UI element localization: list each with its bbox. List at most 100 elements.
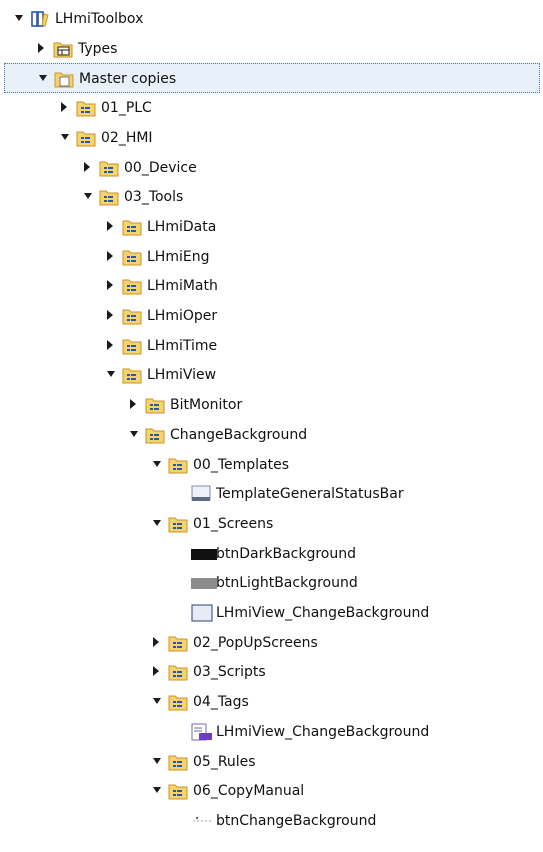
tree-item[interactable]: Types <box>0 34 543 64</box>
collapse-arrow-icon[interactable] <box>153 698 161 705</box>
tree-item[interactable]: LHmiMath <box>0 271 543 301</box>
expand-arrow-icon[interactable] <box>107 280 113 291</box>
tree-item[interactable]: btnDarkBackground <box>0 539 543 569</box>
tag-table-icon <box>191 723 212 741</box>
tree-item[interactable]: LHmiView <box>0 360 543 390</box>
screen-icon <box>191 604 213 622</box>
folder-icon <box>122 307 142 325</box>
tree-item-label: 01_Screens <box>193 515 274 532</box>
expand-arrow-icon[interactable] <box>153 636 159 647</box>
tree-item-label: TemplateGeneralStatusBar <box>216 486 404 503</box>
expand-arrow-icon[interactable] <box>38 42 44 53</box>
tree-item[interactable]: LHmiTime <box>0 331 543 361</box>
tree-item-label: 05_Rules <box>193 753 256 770</box>
tree-item-label: ChangeBackground <box>170 426 308 443</box>
project-library-tree: LHmiToolbox Types Master copies 01_PLC 0… <box>0 0 543 852</box>
tree-item-label: 03_Tools <box>124 189 184 206</box>
expand-arrow-icon[interactable] <box>107 310 113 320</box>
folder-icon <box>76 129 96 147</box>
collapse-arrow-icon[interactable] <box>153 757 161 764</box>
folder-icon <box>122 337 142 355</box>
collapse-arrow-icon[interactable] <box>153 787 161 794</box>
tree-item-label: btnLightBackground <box>216 575 358 592</box>
tree-item[interactable]: TemplateGeneralStatusBar <box>0 479 543 509</box>
template-screen-icon <box>191 485 211 503</box>
button-object-icon <box>191 812 211 830</box>
tree-item[interactable]: LHmiToolbox <box>0 4 543 34</box>
tree-item[interactable]: LHmiView_ChangeBackground <box>0 598 543 628</box>
tree-item[interactable]: 03_Tools <box>0 182 543 212</box>
tree-item-label: Master copies <box>79 71 177 88</box>
folder-icon <box>99 159 119 177</box>
tree-item[interactable]: LHmiData <box>0 212 543 242</box>
tree-item[interactable]: Master copies <box>4 63 540 94</box>
folder-icon <box>168 753 188 771</box>
tree-item-label: 04_Tags <box>193 694 249 711</box>
tree-item-label: BitMonitor <box>170 397 243 414</box>
tree-item-label: LHmiTime <box>147 337 218 354</box>
tree-item-label: LHmiMath <box>147 278 218 295</box>
tree-item[interactable]: 01_Screens <box>0 509 543 539</box>
tree-item[interactable]: 03_Scripts <box>0 657 543 687</box>
tree-item[interactable]: LHmiOper <box>0 301 543 331</box>
tree-item-label: 02_HMI <box>101 129 153 146</box>
tree-item-label: 03_Scripts <box>193 664 266 681</box>
types-folder-icon <box>53 40 73 58</box>
folder-icon <box>168 456 188 474</box>
tree-item[interactable]: 04_Tags <box>0 687 543 717</box>
expand-arrow-icon[interactable] <box>107 220 113 231</box>
tree-item[interactable]: LHmiView_ChangeBackground <box>0 717 543 747</box>
expand-arrow-icon[interactable] <box>153 666 159 677</box>
master-copies-folder-icon <box>54 70 74 88</box>
tree-item-label: LHmiOper <box>147 308 218 324</box>
collapse-arrow-icon[interactable] <box>84 193 92 200</box>
folder-icon <box>122 366 142 384</box>
tree-item-label: 00_Templates <box>193 456 289 473</box>
tree-item[interactable]: LHmiEng <box>0 242 543 272</box>
folder-icon <box>99 188 119 206</box>
collapse-arrow-icon[interactable] <box>61 133 69 140</box>
collapse-arrow-icon[interactable] <box>130 430 138 437</box>
tree-item[interactable]: 06_CopyManual <box>0 776 543 806</box>
tree-item-label: LHmiView <box>147 367 217 384</box>
folder-icon <box>168 782 188 800</box>
collapse-arrow-icon[interactable] <box>153 460 161 467</box>
tree-item-label: btnDarkBackground <box>216 545 356 562</box>
tree-item-label: 06_CopyManual <box>193 783 305 800</box>
tree-item-label: 02_PopUpScreens <box>193 634 318 651</box>
tree-item-label: LHmiView_ChangeBackground <box>216 723 430 740</box>
tree-item[interactable]: 02_HMI <box>0 123 543 153</box>
collapse-arrow-icon[interactable] <box>15 15 23 21</box>
tree-item[interactable]: 02_PopUpScreens <box>0 628 543 658</box>
expand-arrow-icon[interactable] <box>84 161 90 172</box>
tree-item[interactable]: 00_Templates <box>0 450 543 480</box>
folder-icon <box>145 426 165 444</box>
tree-item[interactable]: 05_Rules <box>0 747 543 777</box>
tree-item-label: btnChangeBackground <box>216 812 377 829</box>
folder-icon <box>122 277 142 295</box>
tree-item[interactable]: btnChangeBackground <box>0 806 543 836</box>
tree-item-label: LHmiEng <box>147 248 210 265</box>
collapse-arrow-icon[interactable] <box>39 75 47 82</box>
folder-icon <box>168 634 188 652</box>
tree-item-label: Types <box>78 40 118 57</box>
grey-button-icon <box>191 574 217 592</box>
tree-item-label: 01_PLC <box>101 100 152 117</box>
expand-arrow-icon[interactable] <box>61 102 67 113</box>
tree-item[interactable]: btnLightBackground <box>0 568 543 598</box>
folder-icon <box>168 693 188 711</box>
folder-icon <box>145 396 165 414</box>
folder-icon <box>76 99 96 117</box>
tree-item[interactable]: 01_PLC <box>0 93 543 123</box>
tree-item[interactable]: ChangeBackground <box>0 420 543 450</box>
collapse-arrow-icon[interactable] <box>153 519 161 526</box>
library-icon <box>30 10 50 28</box>
expand-arrow-icon[interactable] <box>107 339 113 350</box>
dark-button-icon <box>191 545 217 563</box>
collapse-arrow-icon[interactable] <box>107 371 115 378</box>
tree-item[interactable]: 00_Device <box>0 153 543 183</box>
tree-item[interactable]: BitMonitor <box>0 390 543 420</box>
tree-item-label: LHmiData <box>147 218 217 235</box>
expand-arrow-icon[interactable] <box>107 250 113 261</box>
expand-arrow-icon[interactable] <box>130 399 136 410</box>
